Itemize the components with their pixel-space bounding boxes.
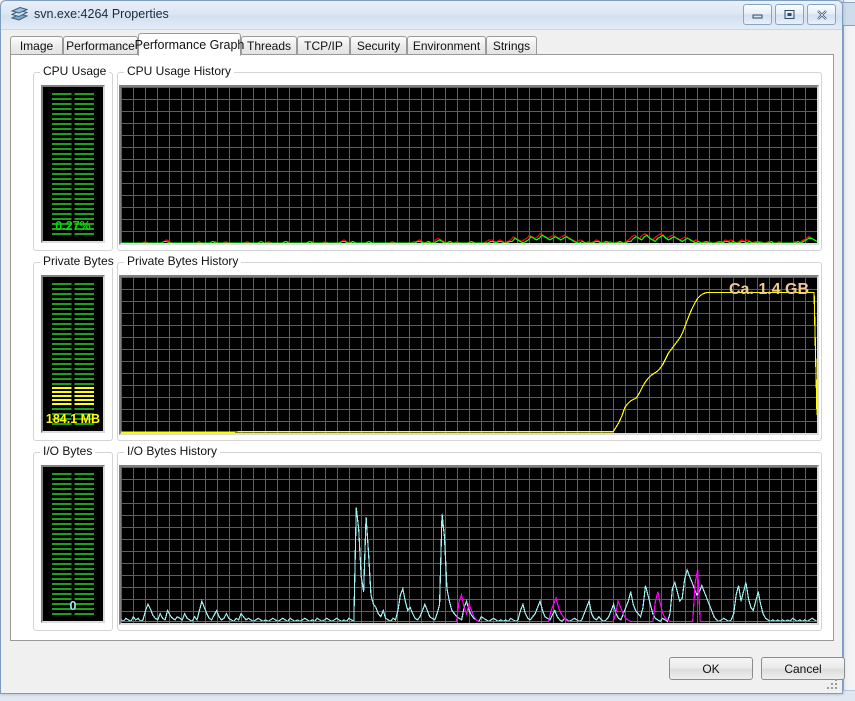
tab-label: Strings [492,39,531,53]
io-bytes-history-legend: I/O Bytes History [124,445,221,458]
tab-label: TCP/IP [304,39,343,53]
background-window-sliver [843,0,855,700]
cpu-usage-history-group: CPU Usage History [117,65,822,251]
tab-label: Environment [412,39,481,53]
private-bytes-group: Private Bytes 184.1 MB [33,255,117,441]
tab-label: Threads [246,39,292,53]
tab-label: Security [356,39,401,53]
io-bytes-gauge: 0 [41,465,105,623]
screen-root: svn.exe:4264 Properties Image Performanc… [0,0,855,701]
private-bytes-annotation: Ca. 1.4 GB [728,281,809,298]
tab-tcpip[interactable]: TCP/IP [297,36,350,55]
ok-button[interactable]: OK [669,657,753,680]
properties-window: svn.exe:4264 Properties Image Performanc… [0,0,845,694]
graph-canvas: Ca. 1.4 GB [121,277,817,433]
dialog-footer: OK Cancel [1,641,845,693]
cpu-usage-history-legend: CPU Usage History [124,65,235,78]
private-bytes-trace [121,277,817,433]
tab-environment[interactable]: Environment [407,36,486,55]
cpu-usage-history-graph[interactable] [119,85,819,245]
private-bytes-value: 184.1 MB [45,412,101,426]
cancel-button-label: Cancel [784,661,822,676]
cpu-traces [121,87,817,243]
maximize-icon [783,9,796,20]
cpu-usage-gauge: 0.27% [41,85,105,243]
gauge-center-gap [71,283,75,425]
cancel-button[interactable]: Cancel [761,657,845,680]
performance-graph-panel: CPU Usage 0.27% CPU Usage History Privat… [10,54,834,641]
tab-label: Performance Graph [134,37,245,52]
resize-grip-icon[interactable] [826,678,838,690]
tab-label: Performance [66,39,135,53]
private-bytes-legend: Private Bytes [40,255,117,268]
tab-performance[interactable]: Performance [63,36,138,55]
graph-canvas [121,87,817,243]
io-bytes-history-group: I/O Bytes History [117,445,822,631]
io-bytes-value: 0 [69,599,77,613]
private-bytes-history-graph[interactable]: Ca. 1.4 GB [119,275,819,435]
window-titlebar[interactable]: svn.exe:4264 Properties [1,1,842,30]
window-controls [743,4,836,25]
cpu-usage-value: 0.27% [55,219,91,233]
private-bytes-history-legend: Private Bytes History [124,255,242,268]
close-icon [815,9,829,21]
graph-canvas [121,467,817,623]
cpu-usage-legend: CPU Usage [40,65,110,78]
tab-performance-graph[interactable]: Performance Graph [135,33,244,56]
tab-label: Image [19,39,54,53]
io-bytes-group: I/O Bytes 0 [33,445,113,631]
gauge-center-gap [71,93,75,235]
window-title: svn.exe:4264 Properties [34,7,169,21]
gauge-center-gap [71,473,75,615]
ok-button-label: OK [702,661,720,676]
minimize-button[interactable] [743,4,772,25]
cpu-usage-group: CPU Usage 0.27% [33,65,113,251]
io-traces [121,467,817,623]
tab-strip: Image Performance Performance Graph Thre… [10,33,834,56]
tab-strings[interactable]: Strings [486,36,537,55]
tab-threads[interactable]: Threads [241,36,297,55]
io-bytes-legend: I/O Bytes [40,445,96,458]
private-bytes-history-group: Private Bytes History Ca. 1.4 GB [117,255,822,441]
close-button[interactable] [807,4,836,25]
process-explorer-icon [10,6,29,23]
minimize-icon [751,9,764,20]
private-bytes-gauge: 184.1 MB [41,275,105,433]
tab-image[interactable]: Image [10,36,63,55]
maximize-button[interactable] [775,4,804,25]
tab-security[interactable]: Security [350,36,407,55]
io-bytes-history-graph[interactable] [119,465,819,625]
